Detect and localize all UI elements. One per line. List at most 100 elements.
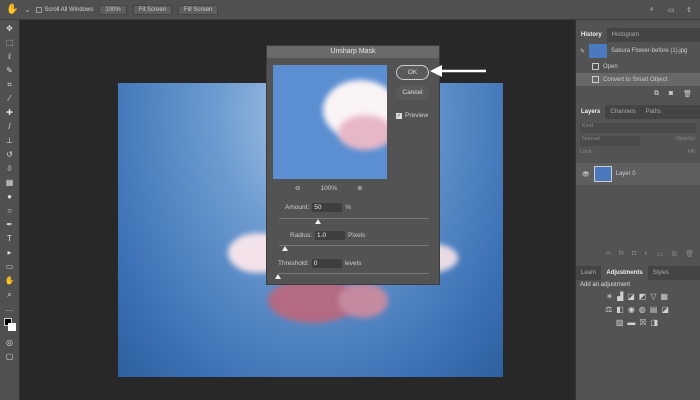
zoom-100-button[interactable]: 100% xyxy=(99,4,127,15)
zoom-out-icon[interactable]: ⊖ xyxy=(295,184,300,192)
layer-kind-filter[interactable]: Kind xyxy=(580,123,696,133)
screen-mode-icon[interactable]: ▢ xyxy=(4,352,16,362)
zoom-in-icon[interactable]: ⊕ xyxy=(357,184,362,192)
path-select-icon[interactable]: ▸ xyxy=(4,248,16,258)
lasso-tool-icon[interactable]: ℓ xyxy=(4,52,16,62)
document-icon xyxy=(592,63,599,70)
channel-mixer-icon[interactable]: ◍ xyxy=(639,305,646,314)
pen-tool-icon[interactable]: ✒ xyxy=(4,220,16,230)
new-layer-icon[interactable]: ⊞ xyxy=(671,250,677,258)
color-lookup-icon[interactable]: ▤ xyxy=(650,305,658,314)
adjustments-heading: Add an adjustment xyxy=(580,282,631,288)
shape-tool-icon[interactable]: ▭ xyxy=(4,262,16,272)
amount-slider[interactable] xyxy=(279,218,429,219)
hue-sat-icon[interactable]: ▦ xyxy=(661,292,669,301)
adjustments-tabs: Learn Adjustments Styles xyxy=(576,266,700,280)
threshold-slider[interactable] xyxy=(279,273,429,274)
tab-history[interactable]: History xyxy=(576,28,607,42)
chevron-down-icon[interactable]: ⌄ xyxy=(24,6,30,14)
tab-learn[interactable]: Learn xyxy=(576,266,601,280)
blur-tool-icon[interactable]: ● xyxy=(4,192,16,202)
hand-tool-icon[interactable]: ✋ xyxy=(6,4,18,15)
tab-paths[interactable]: Paths xyxy=(641,105,666,119)
history-item[interactable]: Convert to Smart Object xyxy=(576,73,700,86)
folder-icon[interactable]: ▭ xyxy=(657,250,664,258)
tab-layers[interactable]: Layers xyxy=(576,105,606,119)
black-white-icon[interactable]: ◧ xyxy=(616,305,624,314)
new-document-icon[interactable]: ⧉ xyxy=(654,90,659,102)
exposure-icon[interactable]: ◩ xyxy=(639,292,647,301)
history-brush-icon[interactable]: ↺ xyxy=(4,150,16,160)
fx-icon[interactable]: fx xyxy=(619,250,624,258)
healing-tool-icon[interactable]: ✚ xyxy=(4,108,16,118)
cancel-button[interactable]: Cancel xyxy=(396,85,429,100)
adjustment-icons: ☀ ▟ ◪ ◩ ▽ ▦ ⚖ ◧ ◉ ◍ ▤ ◪ ▨ ▬ ☒ ◨ xyxy=(602,292,672,327)
brightness-icon[interactable]: ☀ xyxy=(606,292,613,301)
preview-checkbox[interactable]: ✓ Preview xyxy=(396,112,428,119)
arrow-annotation-icon xyxy=(430,65,486,77)
selective-color-icon[interactable]: ☒ xyxy=(639,318,646,327)
radius-slider[interactable] xyxy=(279,245,429,246)
more-tools-icon[interactable]: … xyxy=(4,304,16,314)
vibrance-icon[interactable]: ▽ xyxy=(650,292,656,301)
share-icon[interactable]: ⇪ xyxy=(686,6,692,14)
eraser-tool-icon[interactable]: ◊ xyxy=(4,164,16,174)
crop-tool-icon[interactable]: ⌗ xyxy=(4,80,16,90)
zoom-tool-icon[interactable]: ⌕ xyxy=(4,290,16,300)
adjustment-icon[interactable]: ◐ xyxy=(644,250,648,258)
history-tabs: History Histogram xyxy=(576,28,700,42)
scroll-all-checkbox[interactable]: Scroll All Windows xyxy=(36,6,93,13)
search-icon[interactable]: ⌕ xyxy=(650,6,654,14)
stamp-tool-icon[interactable]: ⊥ xyxy=(4,136,16,146)
mask-icon[interactable]: ◘ xyxy=(632,250,636,258)
color-balance-icon[interactable]: ⚖ xyxy=(605,305,612,314)
threshold-icon[interactable]: ▬ xyxy=(627,318,635,327)
type-tool-icon[interactable]: T xyxy=(4,234,16,244)
marquee-tool-icon[interactable]: ⬚ xyxy=(4,38,16,48)
camera-icon[interactable]: ◙ xyxy=(669,90,673,102)
link-icon[interactable]: ∞ xyxy=(606,250,611,258)
gradient-map-icon[interactable]: ◨ xyxy=(651,318,659,327)
trash-icon[interactable]: 🗑 xyxy=(683,90,692,102)
layer-row[interactable]: 👁 Layer 0 xyxy=(576,163,700,185)
lock-label: Lock: xyxy=(580,149,594,155)
photo-filter-icon[interactable]: ◉ xyxy=(628,305,635,314)
quick-mask-icon[interactable]: ◎ xyxy=(4,338,16,348)
posterize-icon[interactable]: ▨ xyxy=(616,318,624,327)
fit-screen-button[interactable]: Fit Screen xyxy=(132,4,173,15)
ok-button[interactable]: OK xyxy=(396,65,429,80)
move-tool-icon[interactable]: ✥ xyxy=(4,24,16,34)
eyedropper-tool-icon[interactable]: ⁄ xyxy=(4,94,16,104)
amount-input[interactable]: 50 xyxy=(312,203,343,212)
layers-tabs: Layers Channels Paths xyxy=(576,105,700,119)
brush-tool-icon[interactable]: / xyxy=(4,122,16,132)
threshold-input[interactable]: 0 xyxy=(311,259,342,268)
color-swatches-icon[interactable] xyxy=(3,318,16,334)
filter-preview[interactable] xyxy=(273,65,387,179)
dodge-tool-icon[interactable]: ○ xyxy=(4,206,16,216)
curves-icon[interactable]: ◪ xyxy=(627,292,635,301)
tab-channels[interactable]: Channels xyxy=(605,105,640,119)
tab-histogram[interactable]: Histogram xyxy=(607,28,644,42)
eye-icon[interactable]: 👁 xyxy=(582,171,590,178)
blend-mode-select[interactable]: Normal xyxy=(580,136,640,146)
fill-screen-button[interactable]: Fill Screen xyxy=(178,4,219,15)
levels-icon[interactable]: ▟ xyxy=(617,292,623,301)
tab-adjustments[interactable]: Adjustments xyxy=(601,266,648,280)
amount-slider-thumb[interactable] xyxy=(315,219,321,224)
history-snapshot[interactable]: ✎ Sakura Flower-before (1).jpg xyxy=(576,42,700,60)
radius-input[interactable]: 1.0 xyxy=(315,231,346,240)
quick-select-tool-icon[interactable]: ✎ xyxy=(4,66,16,76)
hand-tool-icon[interactable]: ✋ xyxy=(4,276,16,286)
workspace-icon[interactable]: ▭ xyxy=(668,6,675,14)
fill-label: Fill: xyxy=(687,149,696,155)
history-item[interactable]: Open xyxy=(576,60,700,73)
brush-icon: ✎ xyxy=(580,48,586,55)
radius-slider-thumb[interactable] xyxy=(282,246,288,251)
trash-icon[interactable]: 🗑 xyxy=(685,250,694,258)
invert-icon[interactable]: ◪ xyxy=(661,305,669,314)
tab-styles[interactable]: Styles xyxy=(648,266,674,280)
threshold-slider-thumb[interactable] xyxy=(275,274,281,279)
gradient-tool-icon[interactable]: ▦ xyxy=(4,178,16,188)
right-panel: History Histogram ✎ Sakura Flower-before … xyxy=(575,20,700,400)
